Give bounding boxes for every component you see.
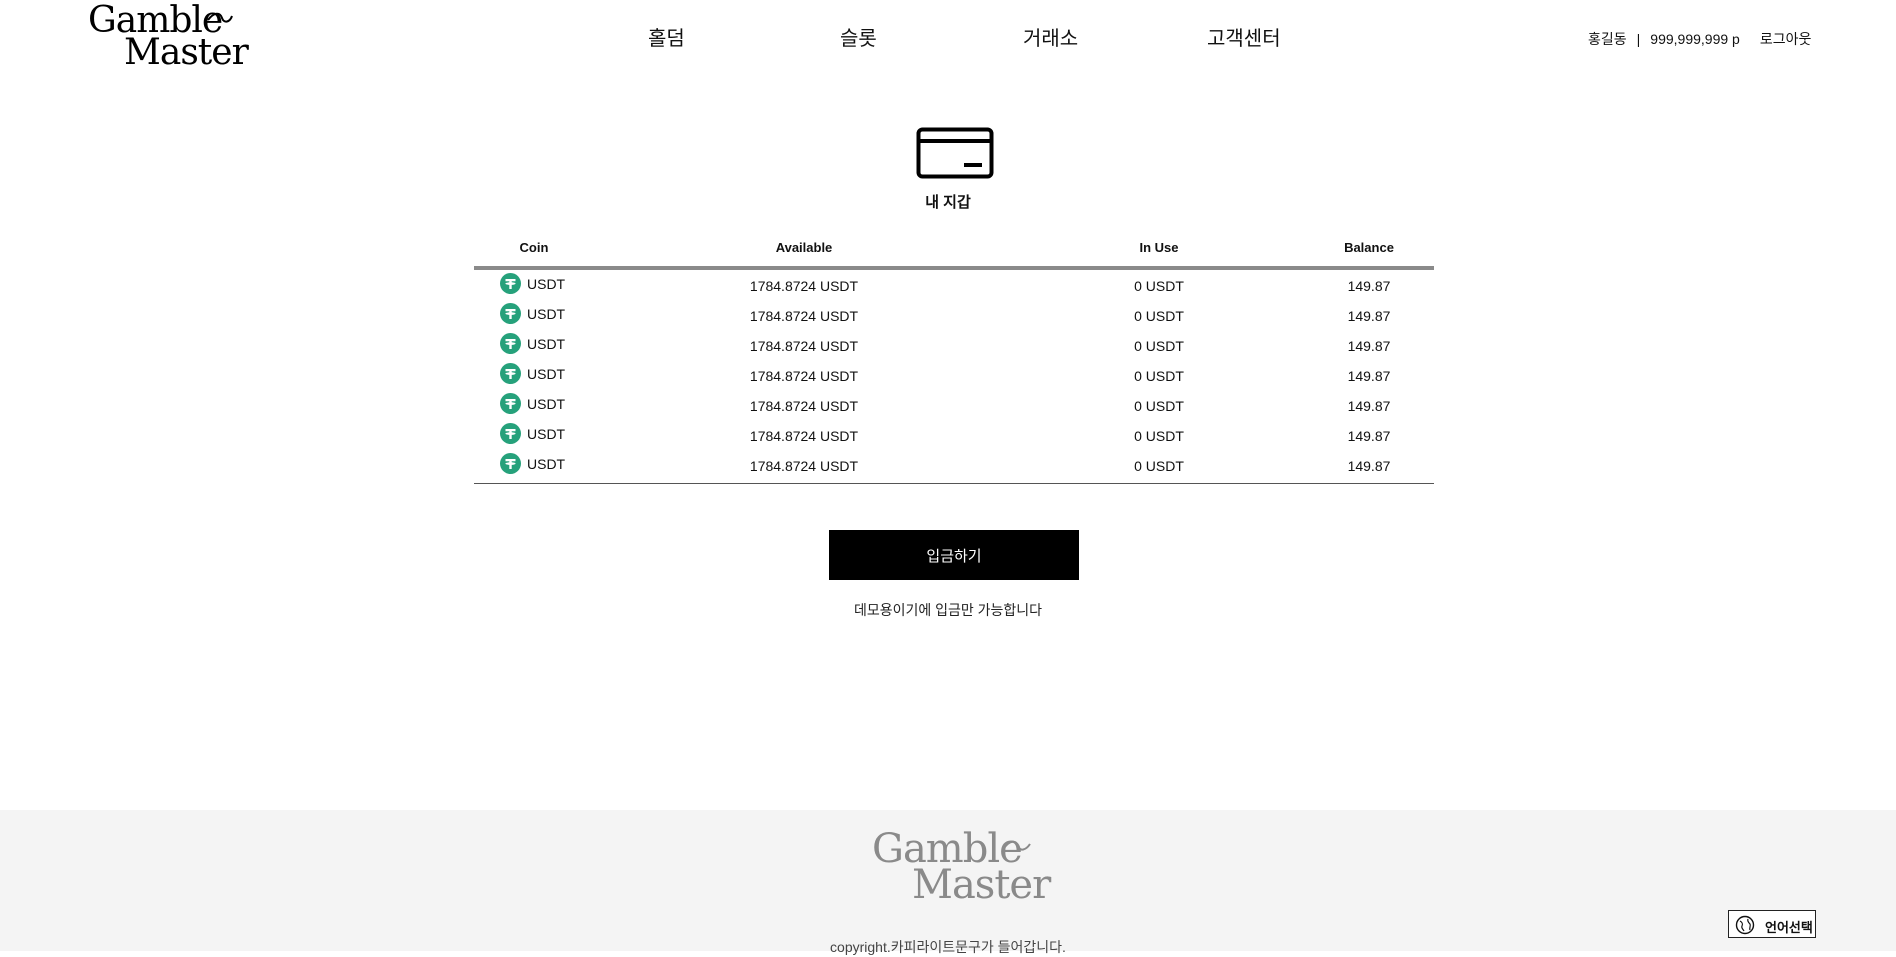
wallet-title: 내 지갑 — [925, 194, 971, 211]
language-select-label: 언어선택 — [1765, 920, 1813, 935]
footer-logo: Gamble Master — [872, 826, 1051, 908]
table-row: USDT 1784.8724 USDT 0 USDT 149.87 — [474, 270, 1434, 300]
coin-cell: USDT — [500, 273, 620, 294]
available-cell: 1784.8724 USDT — [749, 458, 859, 474]
tether-icon — [500, 303, 521, 324]
nav-item-exchange[interactable]: 거래소 — [1023, 22, 1078, 51]
available-cell: 1784.8724 USDT — [749, 368, 859, 384]
user-points: 999,999,999 p — [1650, 31, 1740, 47]
tether-icon — [500, 393, 521, 414]
coin-name: USDT — [527, 395, 566, 412]
coin-name: USDT — [527, 275, 566, 292]
table-row: USDT 1784.8724 USDT 0 USDT 149.87 — [474, 450, 1434, 480]
coin-name: USDT — [527, 305, 566, 322]
in-use-cell: 0 USDT — [1134, 368, 1184, 384]
footer-logo-line-2: Master — [912, 862, 1051, 908]
table-row: USDT 1784.8724 USDT 0 USDT 149.87 — [474, 360, 1434, 390]
coin-cell: USDT — [500, 393, 620, 414]
footer-logo-swirl-icon — [1003, 840, 1031, 851]
table-body: USDT 1784.8724 USDT 0 USDT 149.87 USDT 1… — [474, 270, 1434, 484]
column-header-in-use: In Use — [1139, 240, 1179, 255]
coin-cell: USDT — [500, 363, 620, 384]
site-footer: Gamble Master copyright.카피라이트문구가 들어갑니다. … — [0, 810, 1896, 955]
nav-item-support[interactable]: 고객센터 — [1207, 22, 1281, 51]
logout-link[interactable]: 로그아웃 — [1760, 31, 1812, 47]
coin-cell: USDT — [500, 303, 620, 324]
table-row: USDT 1784.8724 USDT 0 USDT 149.87 — [474, 420, 1434, 450]
available-cell: 1784.8724 USDT — [749, 428, 859, 444]
available-cell: 1784.8724 USDT — [749, 308, 859, 324]
coin-name: USDT — [527, 455, 566, 472]
site-header: Gamble Master 홀덤 슬롯 거래소 고객센터 홍길동 | 999,999… — [0, 0, 1896, 80]
balance-cell: 149.87 — [1347, 338, 1391, 354]
globe-icon — [1735, 915, 1755, 935]
balance-cell: 149.87 — [1347, 458, 1391, 474]
copyright-text: copyright.카피라이트문구가 들어갑니다. — [830, 939, 1066, 955]
tether-icon — [500, 423, 521, 444]
coin-name: USDT — [527, 335, 566, 352]
available-cell: 1784.8724 USDT — [749, 398, 859, 414]
table-row: USDT 1784.8724 USDT 0 USDT 149.87 — [474, 390, 1434, 420]
balance-cell: 149.87 — [1347, 278, 1391, 294]
wallet-table: Coin Available In Use Balance USDT 1784.… — [474, 236, 1434, 484]
table-row: USDT 1784.8724 USDT 0 USDT 149.87 — [474, 300, 1434, 330]
user-separator: | — [1636, 31, 1641, 47]
coin-name: USDT — [527, 365, 566, 382]
balance-cell: 149.87 — [1347, 428, 1391, 444]
in-use-cell: 0 USDT — [1134, 428, 1184, 444]
user-area: 홍길동 | 999,999,999 p 로그아웃 — [1588, 29, 1811, 49]
deposit-notice: 데모용이기에 입금만 가능합니다 — [853, 602, 1043, 618]
coin-name: USDT — [527, 425, 566, 442]
nav-item-slot[interactable]: 슬롯 — [840, 22, 877, 51]
tether-icon — [500, 363, 521, 384]
available-cell: 1784.8724 USDT — [749, 338, 859, 354]
column-header-available: Available — [775, 240, 833, 255]
coin-cell: USDT — [500, 423, 620, 444]
deposit-button[interactable]: 입금하기 — [829, 530, 1079, 580]
in-use-cell: 0 USDT — [1134, 308, 1184, 324]
language-select-button[interactable]: 언어선택 — [1728, 910, 1816, 938]
credit-card-icon — [916, 127, 994, 179]
balance-cell: 149.87 — [1347, 368, 1391, 384]
available-cell: 1784.8724 USDT — [749, 278, 859, 294]
in-use-cell: 0 USDT — [1134, 338, 1184, 354]
in-use-cell: 0 USDT — [1134, 458, 1184, 474]
tether-icon — [500, 333, 521, 354]
balance-cell: 149.87 — [1347, 308, 1391, 324]
coin-cell: USDT — [500, 333, 620, 354]
column-header-coin: Coin — [519, 240, 549, 255]
table-header: Coin Available In Use Balance — [474, 236, 1434, 270]
tether-icon — [500, 453, 521, 474]
nav-item-holdem[interactable]: 홀덤 — [648, 22, 685, 51]
coin-cell: USDT — [500, 453, 620, 474]
in-use-cell: 0 USDT — [1134, 398, 1184, 414]
column-header-balance: Balance — [1344, 240, 1394, 255]
table-row: USDT 1784.8724 USDT 0 USDT 149.87 — [474, 330, 1434, 360]
balance-cell: 149.87 — [1347, 398, 1391, 414]
in-use-cell: 0 USDT — [1134, 278, 1184, 294]
tether-icon — [500, 273, 521, 294]
user-name: 홍길동 — [1588, 31, 1627, 47]
